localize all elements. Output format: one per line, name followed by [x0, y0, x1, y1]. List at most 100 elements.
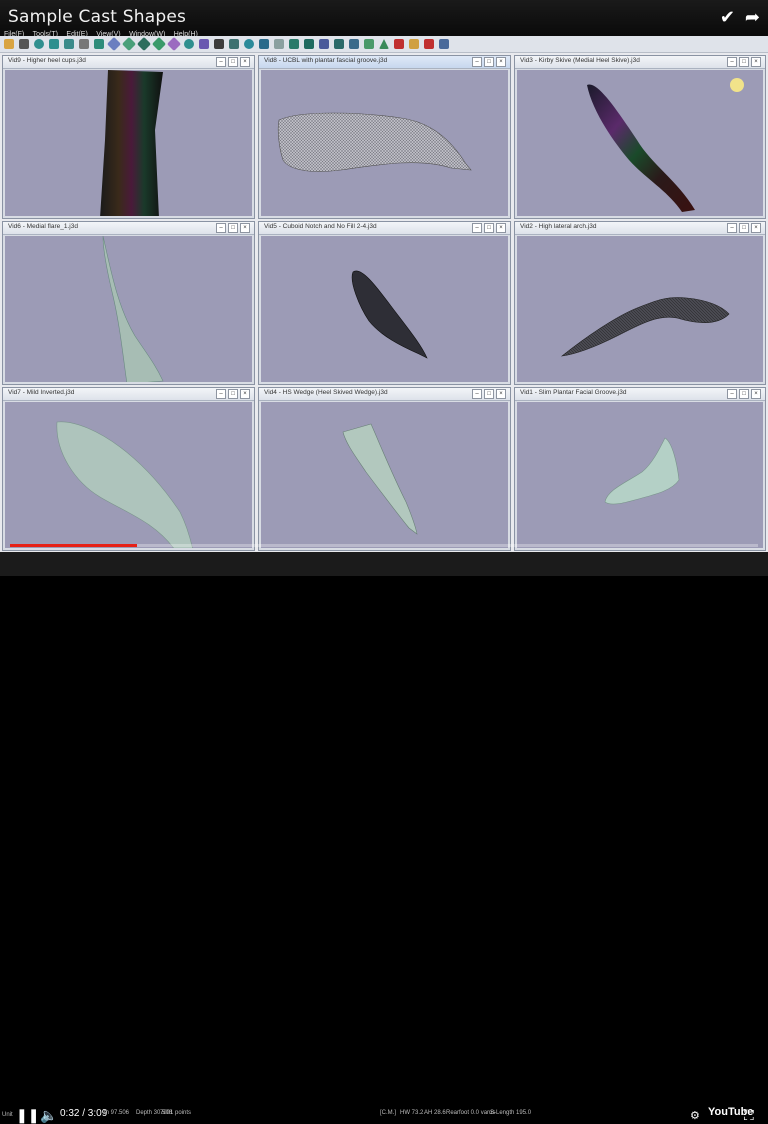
maximize-icon[interactable]: □ [484, 389, 494, 399]
fullscreen-icon[interactable]: ⛶ [744, 1107, 754, 1124]
pane-vid2[interactable]: Vid2 - High lateral arch.j3d – □ × [514, 221, 766, 385]
shell-model [604, 437, 680, 505]
minimize-icon[interactable]: – [727, 389, 737, 399]
pad-icon[interactable] [319, 39, 329, 49]
diamond-4-icon[interactable] [151, 36, 167, 52]
minimize-icon[interactable]: – [216, 223, 226, 233]
close-icon[interactable]: × [240, 223, 250, 233]
open-folder-icon[interactable] [4, 39, 14, 49]
cylinder-icon[interactable] [259, 39, 269, 49]
diamond-icon[interactable] [106, 36, 122, 52]
maximize-icon[interactable]: □ [739, 57, 749, 67]
mesh-icon[interactable] [229, 39, 239, 49]
foot-shape-icon[interactable] [34, 39, 44, 49]
shell-model [100, 70, 163, 216]
maximize-icon[interactable]: □ [484, 223, 494, 233]
3d-viewport[interactable] [261, 402, 508, 548]
maximize-icon[interactable]: □ [484, 57, 494, 67]
video-time: 0:32 / 3:09 [60, 1108, 108, 1119]
tool-icon[interactable] [424, 39, 434, 49]
shell-model [342, 423, 418, 535]
print-icon[interactable] [364, 39, 374, 49]
maximize-icon[interactable]: □ [739, 389, 749, 399]
export-icon[interactable] [439, 39, 449, 49]
minimize-icon[interactable]: – [216, 57, 226, 67]
close-icon[interactable]: × [496, 389, 506, 399]
pane-vid1[interactable]: Vid1 - Slim Plantar Facial Groove.j3d – □… [514, 387, 766, 551]
maximize-icon[interactable]: □ [739, 223, 749, 233]
3d-viewport[interactable] [517, 402, 763, 548]
save-icon[interactable] [19, 39, 29, 49]
close-icon[interactable]: × [751, 57, 761, 67]
diamond-3-icon[interactable] [136, 36, 152, 52]
pane-title: Vid2 - High lateral arch.j3d [520, 223, 597, 230]
shield-icon[interactable] [289, 39, 299, 49]
arch-icon[interactable] [199, 39, 209, 49]
3d-viewport[interactable] [261, 70, 508, 216]
pane-vid5[interactable]: Vid5 - Cuboid Notch and No Fill 2-4.j3d … [258, 221, 511, 385]
diamond-5-icon[interactable] [166, 36, 182, 52]
volume-icon[interactable]: 🔈 [40, 1107, 57, 1124]
status-width: th 97.506 [104, 1110, 130, 1116]
close-icon[interactable]: × [496, 57, 506, 67]
close-icon[interactable]: × [240, 57, 250, 67]
triangle-icon[interactable] [379, 39, 389, 49]
pane-vid9[interactable]: Vid9 - Higher heel cups.j3d – □ × [2, 55, 255, 219]
minimize-icon[interactable]: – [216, 389, 226, 399]
pause-icon[interactable]: ❚❚ [16, 1107, 39, 1124]
pane-vid4[interactable]: Vid4 - HS Wedge (Heel Skived Wedge).j3d … [258, 387, 511, 551]
maximize-icon[interactable]: □ [228, 389, 238, 399]
flag-icon[interactable] [409, 39, 419, 49]
minimize-icon[interactable]: – [472, 57, 482, 67]
wedge-icon[interactable] [94, 39, 104, 49]
minimize-icon[interactable]: – [727, 223, 737, 233]
post-icon[interactable] [214, 39, 224, 49]
close-icon[interactable]: × [240, 389, 250, 399]
3d-viewport[interactable] [5, 70, 252, 216]
stop-icon[interactable] [394, 39, 404, 49]
viewport-grid: Vid9 - Higher heel cups.j3d – □ × Vid8 - U… [2, 55, 766, 551]
share-icon[interactable]: ➦ [745, 7, 760, 27]
checkmark-icon[interactable]: ✔ [720, 7, 735, 27]
edge-icon[interactable] [79, 39, 89, 49]
camera-icon[interactable] [349, 39, 359, 49]
close-icon[interactable]: × [751, 223, 761, 233]
maximize-icon[interactable]: □ [228, 57, 238, 67]
3d-viewport[interactable] [5, 402, 252, 548]
status-unit: Unit [2, 1112, 13, 1118]
slice-icon[interactable] [64, 39, 74, 49]
status-slength: S-Length 195.0 [490, 1110, 532, 1116]
pane-title: Vid6 - Medial flare_1.j3d [8, 223, 78, 230]
shell-model [560, 297, 730, 357]
status-rearfoot: Rearfoot 0.0 varus [446, 1110, 496, 1116]
cursor-highlight [730, 78, 744, 92]
video-progress-bar[interactable] [10, 544, 758, 547]
ring-icon[interactable] [244, 39, 254, 49]
diamond-2-icon[interactable] [121, 36, 137, 52]
pane-vid6[interactable]: Vid6 - Medial flare_1.j3d – □ × [2, 221, 255, 385]
pane-title: Vid8 - UCBL with plantar fascial groove.… [264, 57, 388, 64]
close-icon[interactable]: × [751, 389, 761, 399]
cube-icon[interactable] [334, 39, 344, 49]
progress-fill [10, 544, 138, 547]
3d-viewport[interactable] [517, 70, 763, 216]
3d-viewport[interactable] [261, 236, 508, 382]
close-icon[interactable]: × [496, 223, 506, 233]
shell-model [102, 236, 164, 382]
minimize-icon[interactable]: – [727, 57, 737, 67]
minimize-icon[interactable]: – [472, 223, 482, 233]
pane-vid3[interactable]: Vid3 - Kirby Skive (Medial Heel Skive).j… [514, 55, 766, 219]
orthotic-icon[interactable] [49, 39, 59, 49]
heel-icon[interactable] [184, 39, 194, 49]
pane-vid7[interactable]: Vid7 - Mild Inverted.j3d – □ × [2, 387, 255, 551]
pane-vid8[interactable]: Vid8 - UCBL with plantar fascial groove.… [258, 55, 511, 219]
block-icon[interactable] [304, 39, 314, 49]
3d-viewport[interactable] [5, 236, 252, 382]
hd-icon[interactable]: ⚙ [690, 1109, 700, 1122]
app-frame: Sample Cast Shapes File(F) Tools(T) Edit… [0, 0, 768, 1123]
grid-icon[interactable] [274, 39, 284, 49]
minimize-icon[interactable]: – [472, 389, 482, 399]
pane-title: Vid4 - HS Wedge (Heel Skived Wedge).j3d [264, 389, 388, 396]
maximize-icon[interactable]: □ [228, 223, 238, 233]
3d-viewport[interactable] [517, 236, 763, 382]
